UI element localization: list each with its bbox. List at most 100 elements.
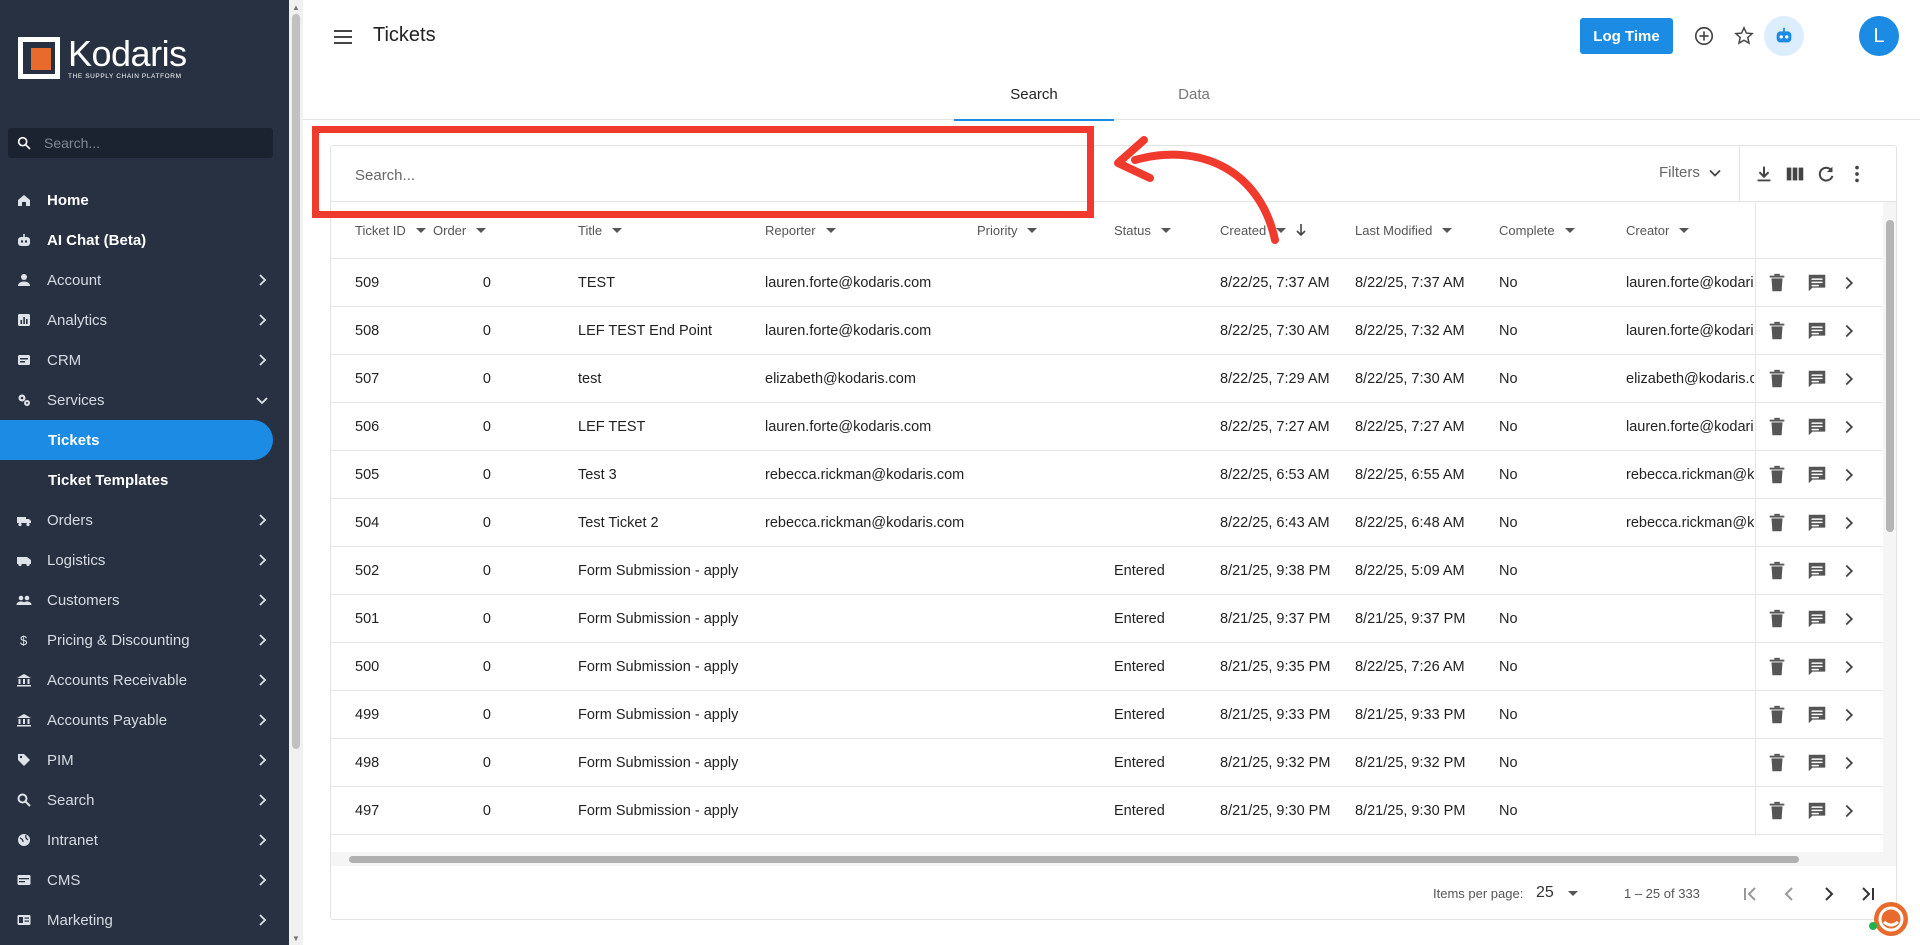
sidebar-item-customers[interactable]: Customers bbox=[0, 580, 289, 620]
table-row[interactable]: 500 0 Form Submission - apply Entered 8/21/2… bbox=[331, 643, 1883, 691]
scroll-down-icon[interactable]: ▼ bbox=[292, 934, 300, 943]
sidebar-item-pricing-discounting[interactable]: $ Pricing & Discounting bbox=[0, 620, 289, 660]
comment-icon[interactable] bbox=[1806, 272, 1828, 294]
table-row[interactable]: 507 0 test elizabeth@kodaris.com 8/22/25, 7:… bbox=[331, 355, 1883, 403]
log-time-button[interactable]: Log Time bbox=[1580, 18, 1673, 54]
chevron-right-icon[interactable] bbox=[1838, 608, 1860, 630]
column-header-created[interactable]: Created bbox=[1220, 202, 1350, 258]
sidebar-item-accounts-payable[interactable]: Accounts Payable bbox=[0, 700, 289, 740]
comment-icon[interactable] bbox=[1806, 320, 1828, 342]
ticket-search-input[interactable] bbox=[355, 164, 1055, 186]
comment-icon[interactable] bbox=[1806, 704, 1828, 726]
sidebar-item-tickets[interactable]: Tickets bbox=[0, 420, 273, 460]
column-header-reporter[interactable]: Reporter bbox=[765, 202, 975, 258]
support-chat-icon[interactable] bbox=[1868, 898, 1910, 940]
delete-icon[interactable] bbox=[1766, 608, 1788, 630]
add-circle-icon[interactable] bbox=[1693, 25, 1715, 47]
chevron-right-icon[interactable] bbox=[1838, 656, 1860, 678]
table-row[interactable]: 499 0 Form Submission - apply Entered 8/21/2… bbox=[331, 691, 1883, 739]
tab-search[interactable]: Search bbox=[954, 75, 1114, 121]
table-row[interactable]: 502 0 Form Submission - apply Entered 8/21/2… bbox=[331, 547, 1883, 595]
sidebar-search-input[interactable] bbox=[44, 135, 244, 151]
scroll-up-icon[interactable]: ▲ bbox=[292, 3, 300, 12]
download-icon[interactable] bbox=[1753, 163, 1775, 185]
chevron-right-icon[interactable] bbox=[1838, 320, 1860, 342]
sidebar-item-cms[interactable]: CMS bbox=[0, 860, 289, 900]
table-row[interactable]: 504 0 Test Ticket 2 rebecca.rickman@kodaris… bbox=[331, 499, 1883, 547]
comment-icon[interactable] bbox=[1806, 464, 1828, 486]
delete-icon[interactable] bbox=[1766, 416, 1788, 438]
chevron-right-icon[interactable] bbox=[1838, 368, 1860, 390]
comment-icon[interactable] bbox=[1806, 368, 1828, 390]
comment-icon[interactable] bbox=[1806, 512, 1828, 534]
sidebar-item-services[interactable]: Services bbox=[0, 380, 289, 420]
comment-icon[interactable] bbox=[1806, 560, 1828, 582]
chevron-right-icon[interactable] bbox=[1838, 512, 1860, 534]
table-horizontal-scrollbar[interactable] bbox=[331, 852, 1896, 866]
sidebar-scrollbar[interactable]: ▲ ▼ bbox=[289, 0, 303, 945]
ai-assistant-button[interactable] bbox=[1764, 16, 1804, 56]
column-header-title[interactable]: Title bbox=[578, 202, 758, 258]
sidebar-item-account[interactable]: Account bbox=[0, 260, 289, 300]
chevron-right-icon[interactable] bbox=[1838, 464, 1860, 486]
comment-icon[interactable] bbox=[1806, 752, 1828, 774]
table-row[interactable]: 505 0 Test 3 rebecca.rickman@kodaris.com 8/2… bbox=[331, 451, 1883, 499]
sidebar-item-ticket-templates[interactable]: Ticket Templates bbox=[0, 460, 289, 500]
refresh-icon[interactable] bbox=[1815, 163, 1837, 185]
column-header-creator[interactable]: Creator bbox=[1626, 202, 1756, 258]
delete-icon[interactable] bbox=[1766, 320, 1788, 342]
sidebar-item-logistics[interactable]: Logistics bbox=[0, 540, 289, 580]
sidebar-item-analytics[interactable]: Analytics bbox=[0, 300, 289, 340]
table-row[interactable]: 508 0 LEF TEST End Point lauren.forte@kodar… bbox=[331, 307, 1883, 355]
column-header-ticket-id[interactable]: Ticket ID bbox=[355, 202, 435, 258]
table-row[interactable]: 498 0 Form Submission - apply Entered 8/21/2… bbox=[331, 739, 1883, 787]
comment-icon[interactable] bbox=[1806, 656, 1828, 678]
table-row[interactable]: 501 0 Form Submission - apply Entered 8/21/2… bbox=[331, 595, 1883, 643]
delete-icon[interactable] bbox=[1766, 512, 1788, 534]
table-row[interactable]: 509 0 TEST lauren.forte@kodaris.com 8/22/25,… bbox=[331, 259, 1883, 307]
table-row[interactable]: 506 0 LEF TEST lauren.forte@kodaris.com 8/22… bbox=[331, 403, 1883, 451]
column-header-last-modified[interactable]: Last Modified bbox=[1355, 202, 1495, 258]
chevron-right-icon[interactable] bbox=[1838, 704, 1860, 726]
sidebar-item-marketing[interactable]: Marketing bbox=[0, 900, 289, 940]
sidebar-item-search[interactable]: Search bbox=[0, 780, 289, 820]
sidebar-item-ai-chat-beta[interactable]: AI Chat (Beta) bbox=[0, 220, 289, 260]
first-page-icon[interactable] bbox=[1738, 882, 1762, 906]
menu-icon[interactable] bbox=[333, 27, 353, 47]
filters-button[interactable]: Filters bbox=[1659, 164, 1722, 181]
items-per-page-select[interactable]: 25 bbox=[1536, 884, 1578, 902]
delete-icon[interactable] bbox=[1766, 800, 1788, 822]
kodaris-logo[interactable]: Kodaris THE SUPPLY CHAIN PLATFORM bbox=[18, 36, 187, 80]
sidebar-item-accounts-receivable[interactable]: Accounts Receivable bbox=[0, 660, 289, 700]
chevron-right-icon[interactable] bbox=[1838, 560, 1860, 582]
table-hscroll-thumb[interactable] bbox=[349, 856, 1799, 863]
chevron-right-icon[interactable] bbox=[1838, 800, 1860, 822]
sidebar-item-intranet[interactable]: Intranet bbox=[0, 820, 289, 860]
delete-icon[interactable] bbox=[1766, 752, 1788, 774]
column-header-status[interactable]: Status bbox=[1114, 202, 1214, 258]
chevron-right-icon[interactable] bbox=[1838, 752, 1860, 774]
delete-icon[interactable] bbox=[1766, 272, 1788, 294]
table-scroll-thumb[interactable] bbox=[1886, 220, 1894, 532]
sidebar-item-orders[interactable]: Orders bbox=[0, 500, 289, 540]
next-page-icon[interactable] bbox=[1817, 882, 1841, 906]
delete-icon[interactable] bbox=[1766, 704, 1788, 726]
avatar[interactable]: L bbox=[1859, 16, 1899, 56]
delete-icon[interactable] bbox=[1766, 464, 1788, 486]
star-icon[interactable] bbox=[1733, 25, 1755, 47]
table-row[interactable]: 497 0 Form Submission - apply Entered 8/21/2… bbox=[331, 787, 1883, 835]
column-header-order[interactable]: Order bbox=[433, 202, 513, 258]
comment-icon[interactable] bbox=[1806, 608, 1828, 630]
tab-data[interactable]: Data bbox=[1114, 75, 1274, 120]
delete-icon[interactable] bbox=[1766, 656, 1788, 678]
more-vert-icon[interactable] bbox=[1846, 163, 1868, 185]
column-header-priority[interactable]: Priority bbox=[977, 202, 1107, 258]
sidebar-scroll-thumb[interactable] bbox=[292, 14, 300, 749]
comment-icon[interactable] bbox=[1806, 800, 1828, 822]
previous-page-icon[interactable] bbox=[1777, 882, 1801, 906]
chevron-right-icon[interactable] bbox=[1838, 416, 1860, 438]
sidebar-item-pim[interactable]: PIM bbox=[0, 740, 289, 780]
sidebar-item-crm[interactable]: CRM bbox=[0, 340, 289, 380]
columns-icon[interactable] bbox=[1784, 163, 1806, 185]
table-vertical-scrollbar[interactable] bbox=[1883, 202, 1896, 852]
